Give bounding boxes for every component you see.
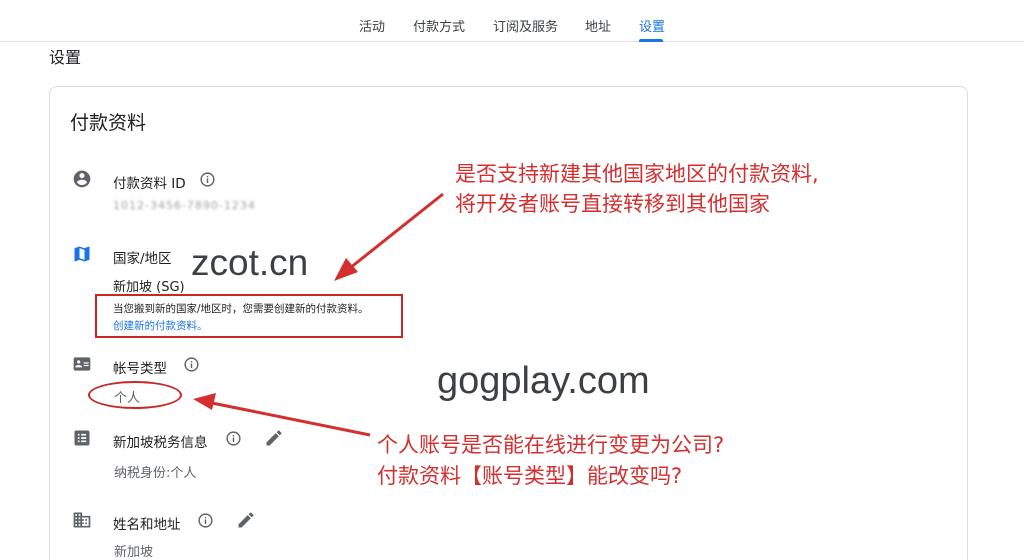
- arrow-line-top: [349, 192, 444, 270]
- annotation-bottom-line2: 付款资料【账号类型】能改变吗?: [377, 464, 683, 488]
- annotation-bottom-line1: 个人账号是否能在线进行变更为公司?: [377, 433, 725, 457]
- arrowhead-top: [334, 258, 358, 281]
- annotation-top-line2: 将开发者账号直接转移到其他国家: [455, 192, 770, 216]
- arrow-line-bottom: [211, 401, 371, 437]
- arrowhead-bottom: [193, 393, 216, 410]
- annotation-top-line1: 是否支持新建其他国家地区的付款资料,: [455, 162, 819, 186]
